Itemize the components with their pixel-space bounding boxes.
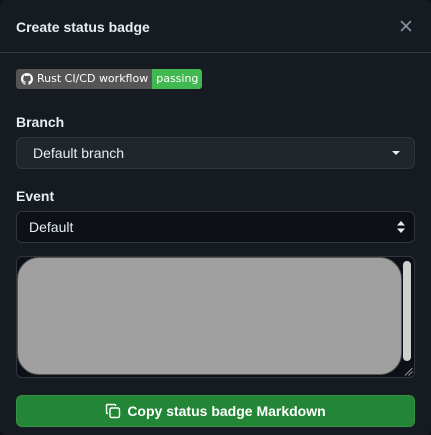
status-badge-preview: Rust CI/CD workflow passing bbox=[16, 69, 203, 89]
close-button[interactable] bbox=[396, 16, 416, 36]
dialog-title: Create status badge bbox=[16, 19, 150, 35]
github-logo-icon bbox=[21, 73, 33, 85]
branch-selected-value: Default branch bbox=[33, 145, 125, 161]
branch-label: Branch bbox=[16, 114, 65, 130]
resize-grip-icon[interactable] bbox=[404, 367, 413, 376]
chevron-up-down-icon bbox=[397, 221, 405, 233]
triangle-down-icon bbox=[392, 151, 400, 155]
x-icon bbox=[400, 20, 412, 32]
create-status-badge-dialog: Create status badge Rust CI/CD workflow … bbox=[0, 0, 431, 435]
event-selected-value: Default bbox=[29, 219, 74, 235]
dialog-header: Create status badge bbox=[0, 0, 431, 53]
markdown-text-selection bbox=[17, 257, 402, 375]
event-select[interactable]: Default bbox=[16, 211, 415, 243]
copy-status-badge-markdown-button[interactable]: Copy status badge Markdown bbox=[16, 395, 415, 427]
copy-icon bbox=[106, 403, 121, 419]
badge-status: passing bbox=[152, 69, 203, 89]
copy-button-label: Copy status badge Markdown bbox=[127, 403, 326, 419]
badge-markdown-textarea[interactable] bbox=[16, 256, 415, 378]
event-label: Event bbox=[16, 188, 55, 204]
textarea-scrollbar[interactable] bbox=[403, 261, 411, 361]
badge-workflow-name: Rust CI/CD workflow bbox=[37, 72, 149, 85]
badge-left-segment: Rust CI/CD workflow bbox=[16, 69, 153, 89]
branch-select[interactable]: Default branch bbox=[16, 137, 415, 169]
